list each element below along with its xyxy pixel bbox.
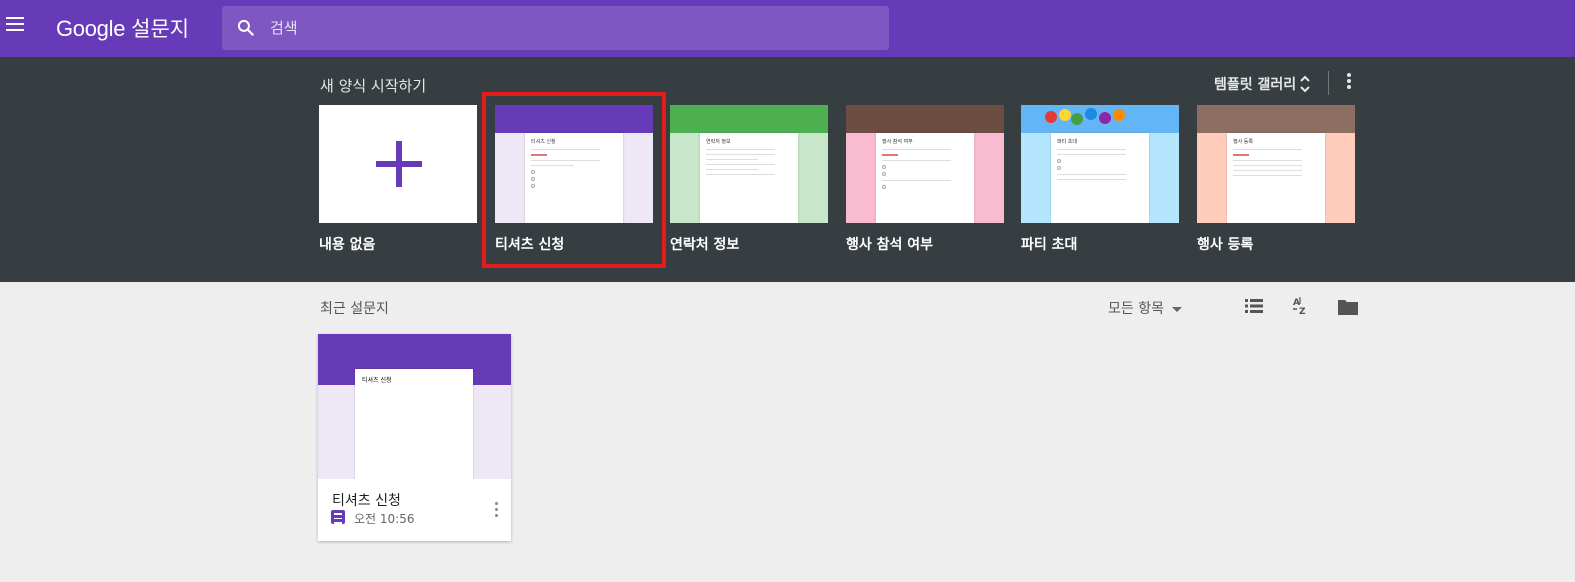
form-name: 티셔츠 신청 (332, 493, 401, 509)
hamburger-menu-icon[interactable] (6, 17, 26, 37)
highlight-box (482, 92, 666, 268)
folder-icon[interactable] (1337, 298, 1359, 316)
template-label: 연락처 정보 (670, 237, 740, 253)
template-label: 파티 초대 (1021, 237, 1078, 253)
template-blank[interactable]: 내용 없음 (319, 105, 477, 254)
template-more-icon[interactable] (1342, 73, 1356, 95)
dropdown-caret-icon (1171, 306, 1182, 312)
forms-icon (331, 510, 345, 524)
paper-title: 티셔츠 신청 (362, 377, 392, 384)
brand-product: 설문지 (131, 17, 190, 41)
app-brand[interactable]: Google 설문지 (56, 13, 189, 43)
search-icon[interactable] (236, 18, 256, 38)
paper-title: 파티 초대 (1057, 139, 1077, 145)
template-label: 내용 없음 (319, 237, 376, 253)
recent-section-title: 최근 설문지 (320, 301, 389, 317)
more-options-icon[interactable] (491, 502, 501, 522)
template-label: 행사 등록 (1197, 237, 1254, 253)
paper-title: 행사 등록 (1233, 139, 1253, 145)
paper-title: 연락처 정보 (706, 139, 731, 145)
sort-az-icon[interactable]: AZ (1290, 296, 1310, 316)
form-modified-time: 오전 10:56 (354, 512, 415, 526)
template-registration[interactable]: 행사 등록 행사 등록 (1197, 105, 1355, 254)
template-thumbnail (319, 105, 477, 223)
recent-form-card[interactable]: 티셔츠 신청 티셔츠 신청 오전 10:56 (318, 334, 511, 541)
plus-icon (376, 141, 422, 187)
divider (1328, 71, 1329, 95)
template-thumbnail: 파티 초대 (1021, 105, 1179, 223)
brand-google: Google (56, 16, 126, 41)
template-thumbnail: 행사 등록 (1197, 105, 1355, 223)
paper-title: 행사 참석 여부 (882, 139, 913, 145)
owner-filter-label: 모든 항목 (1108, 301, 1164, 317)
svg-text:Z: Z (1299, 307, 1306, 316)
list-view-icon[interactable] (1245, 298, 1263, 314)
owner-filter-dropdown[interactable]: 모든 항목 (1108, 298, 1182, 318)
top-app-bar: Google 설문지 (0, 0, 1575, 57)
template-rsvp[interactable]: 행사 참석 여부 행사 참석 여부 (846, 105, 1004, 254)
unfold-more-icon[interactable] (1298, 73, 1312, 95)
template-gallery-button[interactable]: 템플릿 갤러리 (1214, 74, 1296, 94)
template-thumbnail: 연락처 정보 (670, 105, 828, 223)
template-section-title: 새 양식 시작하기 (320, 77, 427, 95)
template-thumbnail: 행사 참석 여부 (846, 105, 1004, 223)
template-contact[interactable]: 연락처 정보 연락처 정보 (670, 105, 828, 254)
form-thumbnail: 티셔츠 신청 (318, 334, 511, 479)
search-input[interactable] (270, 16, 860, 40)
search-bar[interactable] (222, 6, 889, 50)
template-section: 새 양식 시작하기 템플릿 갤러리 내용 없음 티셔츠 신청 티셔츠 신청 연락… (0, 57, 1575, 282)
template-label: 행사 참석 여부 (846, 237, 934, 253)
template-party[interactable]: 파티 초대 파티 초대 (1021, 105, 1179, 254)
